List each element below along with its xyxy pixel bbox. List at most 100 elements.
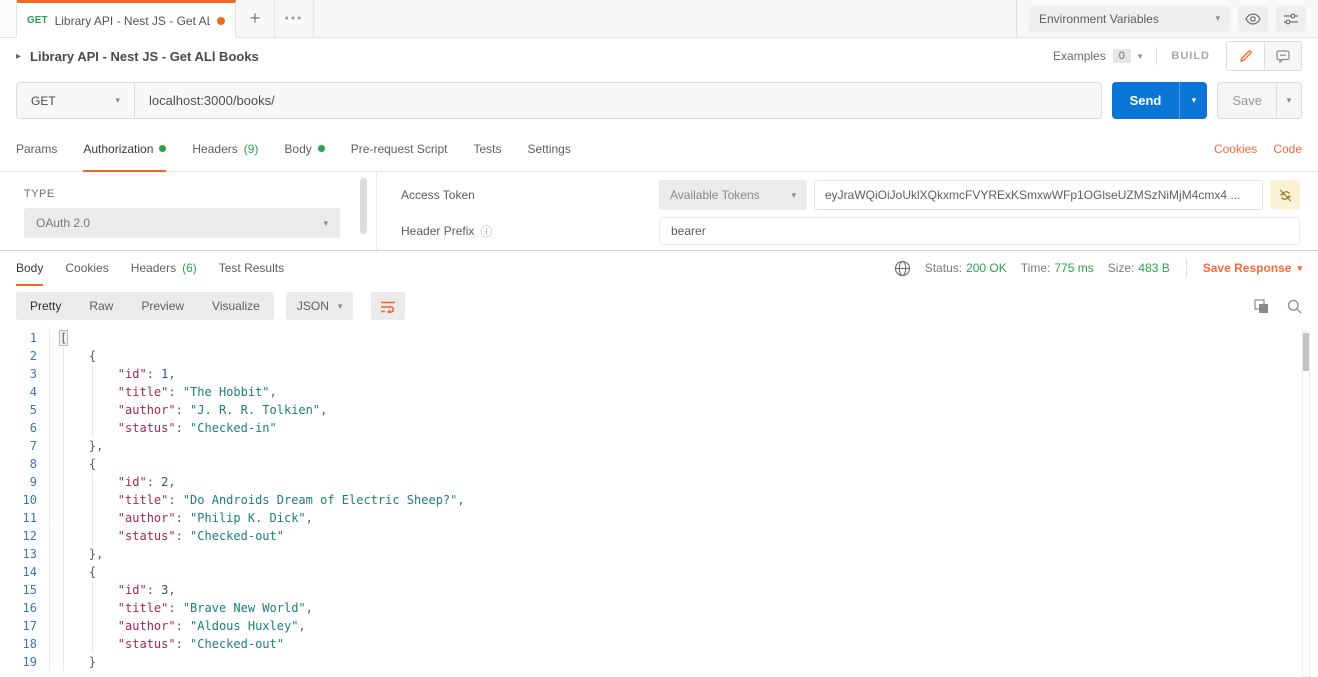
method-selector[interactable]: GET ▾ [17,83,135,118]
chevron-down-icon: ▾ [1192,95,1197,106]
indent-guide [63,617,64,635]
indent-guide [92,383,93,401]
response-tab-body[interactable]: Body [16,251,43,286]
line-number: 8 [0,455,50,473]
line-number: 13 [0,545,50,563]
tab-settings[interactable]: Settings [528,127,571,172]
view-raw-tab[interactable]: Raw [75,292,127,320]
tab-body[interactable]: Body [284,127,324,172]
request-tabs-links: Cookies Code [1214,127,1302,171]
code-lines: 1[2 {3 "id": 1,4 "title": "The Hobbit",5… [0,329,1318,671]
comment-icon [1276,50,1290,63]
auth-type-selector[interactable]: OAuth 2.0 ▾ [24,208,340,238]
access-token-input[interactable]: eyJraWQiOiJoUklXQkxmcFVYRExKSmxwWFp1OGls… [814,180,1263,210]
line-number: 1 [0,329,50,347]
save-button[interactable]: Save [1218,83,1276,118]
response-body-viewer[interactable]: 1[2 {3 "id": 1,4 "title": "The Hobbit",5… [0,325,1318,677]
code-line-content: "status": "Checked-in" [50,419,1318,437]
response-tab-headers[interactable]: Headers (6) [131,251,197,286]
code-link[interactable]: Code [1273,142,1302,156]
request-tab[interactable]: GET Library API - Nest JS - Get ALl Bo..… [17,0,236,38]
send-button[interactable]: Send [1112,82,1180,119]
header-prefix-input[interactable]: bearer [659,217,1300,245]
save-response-dropdown[interactable]: Save Response ▾ [1203,261,1302,275]
header-prefix-label: Header Prefix ⓘ [401,223,659,240]
search-response-button[interactable] [1287,299,1302,314]
format-selector[interactable]: JSON ▾ [286,292,354,320]
tabbar-spacer [314,0,1016,37]
line-number: 7 [0,437,50,455]
chevron-down-icon: ▾ [338,301,343,312]
tab-tests[interactable]: Tests [473,127,501,172]
indent-guide [63,347,64,365]
auth-details-panel: Access Token Available Tokens ▾ eyJraWQi… [377,172,1318,250]
size-value: 483 B [1138,261,1169,275]
tab-prerequest-label: Pre-request Script [351,142,448,156]
environment-quick-look-button[interactable] [1238,6,1268,32]
code-line-content: "title": "The Hobbit", [50,383,1318,401]
code-line-content: "id": 3, [50,581,1318,599]
code-line: 9 "id": 2, [0,473,1318,491]
available-tokens-dropdown[interactable]: Available Tokens ▾ [659,180,807,210]
line-number: 9 [0,473,50,491]
code-line-content: "title": "Do Androids Dream of Electric … [50,491,1318,509]
tab-options-button[interactable]: ●●● [275,0,314,37]
line-number: 16 [0,599,50,617]
line-number: 3 [0,365,50,383]
network-globe-icon[interactable] [894,260,911,277]
indent-guide [63,401,64,419]
view-pretty-tab[interactable]: Pretty [16,292,75,320]
environment-settings-button[interactable] [1276,6,1306,32]
code-line: 13 }, [0,545,1318,563]
comment-button[interactable] [1264,42,1301,70]
view-mode-group: Pretty Raw Preview Visualize [16,292,274,320]
save-options-caret[interactable]: ▾ [1276,83,1301,118]
response-tab-test-results[interactable]: Test Results [219,251,284,286]
available-tokens-label: Available Tokens [670,188,760,202]
authorization-editor: TYPE OAuth 2.0 ▾ Access Token Available … [0,172,1318,251]
environment-selector[interactable]: Environment Variables ▾ [1029,6,1230,32]
code-line: 15 "id": 3, [0,581,1318,599]
url-input[interactable]: localhost:3000/books/ [135,83,1101,118]
line-number: 14 [0,563,50,581]
edit-request-button[interactable] [1227,42,1264,70]
tab-headers[interactable]: Headers (9) [192,127,258,172]
response-tab-cookies[interactable]: Cookies [65,251,108,286]
cookies-link[interactable]: Cookies [1214,142,1257,156]
tab-prerequest-script[interactable]: Pre-request Script [351,127,448,172]
access-token-row: Access Token Available Tokens ▾ eyJraWQi… [401,178,1300,212]
token-sync-disabled-button[interactable] [1270,180,1300,210]
response-tab-cookies-label: Cookies [65,261,108,275]
tab-authorization[interactable]: Authorization [83,127,166,172]
line-number: 4 [0,383,50,401]
examples-dropdown[interactable]: Examples 0 ▾ [1053,49,1142,63]
request-tabs: Params Authorization Headers (9) Body Pr… [0,127,1318,172]
info-icon[interactable]: ⓘ [480,223,492,240]
headers-count: (9) [244,142,259,156]
indent-guide [63,437,64,455]
indent-guide [63,455,64,473]
response-headers-count: (6) [182,261,197,275]
tab-params-label: Params [16,142,57,156]
time-label: Time: [1021,261,1051,275]
code-line-content: "author": "Philip K. Dick", [50,509,1318,527]
collapse-caret-icon[interactable]: ▸ [16,51,21,62]
format-label: JSON [297,299,329,313]
code-line: 1[ [0,329,1318,347]
tab-authorization-label: Authorization [83,142,153,156]
copy-response-button[interactable] [1254,299,1269,314]
time-value: 775 ms [1054,261,1093,275]
tab-params[interactable]: Params [16,127,57,172]
copy-icon [1254,299,1269,314]
view-preview-tab[interactable]: Preview [127,292,198,320]
response-tab-body-label: Body [16,261,43,275]
indent-guide [63,599,64,617]
new-tab-button[interactable]: + [236,0,275,37]
auth-panel-scrollbar[interactable] [360,178,367,234]
code-line: 17 "author": "Aldous Huxley", [0,617,1318,635]
response-scrollbar-thumb[interactable] [1303,333,1309,371]
wrap-lines-button[interactable] [371,292,405,320]
code-line-content: "author": "Aldous Huxley", [50,617,1318,635]
view-visualize-tab[interactable]: Visualize [198,292,274,320]
send-options-caret[interactable]: ▾ [1179,82,1207,119]
